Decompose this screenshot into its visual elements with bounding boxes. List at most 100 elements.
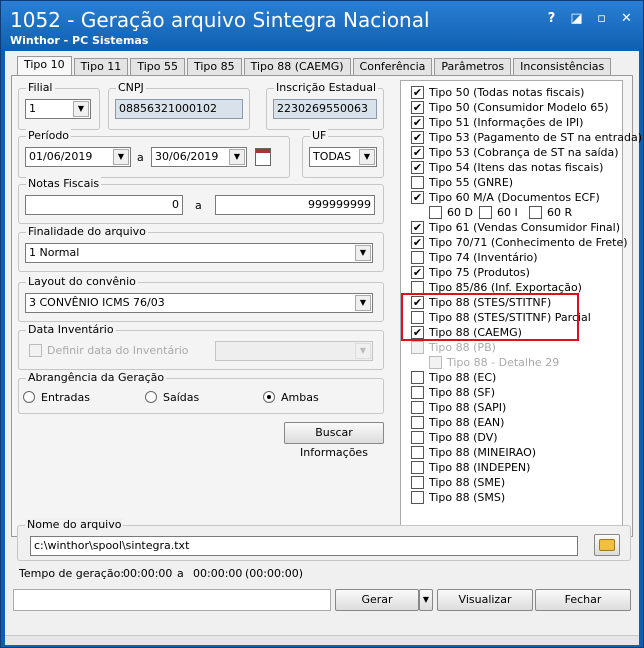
registro-label: Tipo 88 (SAPI) (429, 401, 507, 414)
sub60-checkbox[interactable] (529, 206, 542, 219)
registro-checkbox[interactable] (411, 386, 424, 399)
registro-checkbox[interactable]: ✔ (411, 161, 424, 174)
notas-group: Notas Fiscais 0 a 999999999 (18, 177, 384, 224)
registro-checkbox[interactable] (411, 416, 424, 429)
cnpj-field[interactable]: 08856321000102 (115, 99, 243, 119)
gerar-dropdown-button[interactable]: ▼ (419, 589, 433, 611)
registro-checkbox[interactable] (411, 446, 424, 459)
chevron-down-icon[interactable]: ▼ (355, 343, 371, 359)
finalidade-select[interactable]: 1 Normal ▼ (25, 243, 373, 263)
inventario-checkbox[interactable] (29, 344, 42, 357)
chevron-down-icon[interactable]: ▼ (73, 101, 89, 117)
registro-checkbox[interactable] (411, 341, 424, 354)
tempo-label: Tempo de geração: (19, 567, 125, 580)
radio-ambas-label: Ambas (281, 391, 319, 404)
chevron-down-icon[interactable]: ▼ (355, 295, 371, 311)
registro-checkbox[interactable] (411, 461, 424, 474)
tab-tipo-10[interactable]: Tipo 10 (17, 56, 72, 76)
buscar-informacoes-button[interactable]: Buscar Informações (284, 422, 384, 459)
registro-label: Tipo 88 (SF) (429, 386, 496, 399)
tab-parametros[interactable]: Parâmetros (434, 58, 512, 76)
layout-group: Layout do convênio 3 CONVÊNIO ICMS 76/03… (18, 275, 384, 322)
registro-label: Tipo 54 (Itens das notas fiscais) (429, 161, 604, 174)
registro-label: Tipo 88 (INDEPEN) (429, 461, 531, 474)
registro-checkbox[interactable] (411, 476, 424, 489)
folder-icon (599, 539, 615, 551)
registro-checkbox[interactable]: ✔ (411, 236, 424, 249)
arquivo-field[interactable]: c:\winthor\spool\sintegra.txt (30, 536, 578, 556)
notas-ate-field[interactable]: 999999999 (215, 195, 375, 215)
close-icon[interactable]: ✕ (618, 11, 635, 28)
radio-saidas[interactable] (145, 391, 157, 403)
tempo-total: (00:00:00) (245, 567, 303, 580)
radio-ambas[interactable] (263, 391, 275, 403)
registro-checkbox[interactable] (411, 176, 424, 189)
calendar-dropdown-icon[interactable]: ▼ (229, 149, 245, 165)
radio-entradas[interactable] (23, 391, 35, 403)
registro-checkbox[interactable]: ✔ (411, 131, 424, 144)
registro-checkbox[interactable]: ✔ (411, 146, 424, 159)
registro-label: Tipo 88 (SMS) (429, 491, 506, 504)
browse-folder-button[interactable] (594, 534, 620, 556)
registro-checkbox[interactable]: ✔ (411, 191, 424, 204)
registro-label: Tipo 51 (Informações de IPI) (429, 116, 584, 129)
filial-select[interactable]: 1 ▼ (25, 99, 91, 119)
registro-checkbox[interactable]: ✔ (411, 116, 424, 129)
filial-label: Filial (26, 81, 55, 94)
registro-checkbox[interactable] (411, 401, 424, 414)
inscricao-field[interactable]: 2230269550063 (273, 99, 377, 119)
visualizar-button[interactable]: Visualizar (437, 589, 533, 611)
tab-tipo-55[interactable]: Tipo 55 (130, 58, 185, 76)
registro-checkbox[interactable] (429, 356, 442, 369)
notas-label: Notas Fiscais (26, 177, 102, 190)
registro-label: Tipo 50 (Consumidor Modelo 65) (429, 101, 609, 114)
registro-checkbox[interactable]: ✔ (411, 86, 424, 99)
periodo-inicio-field[interactable]: 01/06/2019 ▼ (25, 147, 131, 167)
sub60-checkbox[interactable] (479, 206, 492, 219)
tab-tipo-88-caemg[interactable]: Tipo 88 (CAEMG) (243, 58, 351, 76)
inventario-checkbox-label: Definir data do Inventário (47, 344, 189, 357)
radio-saidas-label: Saídas (163, 391, 200, 404)
uf-label: UF (310, 129, 329, 142)
uf-select[interactable]: TODAS ▼ (309, 147, 377, 167)
notas-de-field[interactable]: 0 (25, 195, 183, 215)
tab-tipo-85[interactable]: Tipo 85 (186, 58, 242, 76)
calendar-dropdown-icon[interactable]: ▼ (113, 149, 129, 165)
periodo-fim-field[interactable]: 30/06/2019 ▼ (151, 147, 247, 167)
restore-icon[interactable]: ▫ (593, 11, 610, 28)
registro-checkbox[interactable]: ✔ (411, 101, 424, 114)
registro-label: Tipo 88 (EC) (429, 371, 497, 384)
inventario-date-field[interactable]: ▼ (215, 341, 373, 361)
chevron-down-icon[interactable]: ▼ (355, 245, 371, 261)
fechar-button[interactable]: Fechar (535, 589, 631, 611)
registro-checkbox[interactable] (411, 251, 424, 264)
registro-label: Tipo 74 (Inventário) (429, 251, 538, 264)
gerar-button[interactable]: Gerar (335, 589, 419, 611)
registro-label: Tipo 61 (Vendas Consumidor Final) (429, 221, 621, 234)
chevron-down-icon[interactable]: ▼ (359, 149, 375, 165)
abrangencia-group: Abrangência da Geração Entradas Saídas A… (18, 371, 384, 414)
status-bar (5, 635, 639, 645)
periodo-group: Período 01/06/2019 ▼ a 30/06/2019 ▼ (18, 129, 290, 178)
radio-entradas-label: Entradas (41, 391, 90, 404)
tab-inconsistencias[interactable]: Inconsistências (513, 58, 612, 76)
notas-separator: a (195, 199, 202, 212)
minimize-icon[interactable]: ◪ (568, 11, 585, 28)
filial-group: Filial 1 ▼ (18, 81, 100, 130)
calendar-icon[interactable] (255, 148, 271, 166)
progress-status-box (13, 589, 331, 611)
tab-conferencia[interactable]: Conferência (352, 58, 433, 76)
arquivo-label: Nome do arquivo (25, 518, 124, 531)
registro-checkbox[interactable]: ✔ (411, 266, 424, 279)
layout-select[interactable]: 3 CONVÊNIO ICMS 76/03 ▼ (25, 293, 373, 313)
registro-checkbox[interactable]: ✔ (411, 221, 424, 234)
help-icon[interactable]: ? (543, 11, 560, 28)
tab-tipo-11[interactable]: Tipo 11 (73, 58, 129, 76)
registro-checkbox[interactable] (411, 371, 424, 384)
filial-value: 1 (29, 102, 36, 115)
window-subtitle: Winthor - PC Sistemas (10, 34, 149, 47)
registro-checkbox[interactable] (411, 431, 424, 444)
registro-label: Tipo 53 (Cobrança de ST na saída) (429, 146, 619, 159)
sub60-checkbox[interactable] (429, 206, 442, 219)
registro-checkbox[interactable] (411, 491, 424, 504)
